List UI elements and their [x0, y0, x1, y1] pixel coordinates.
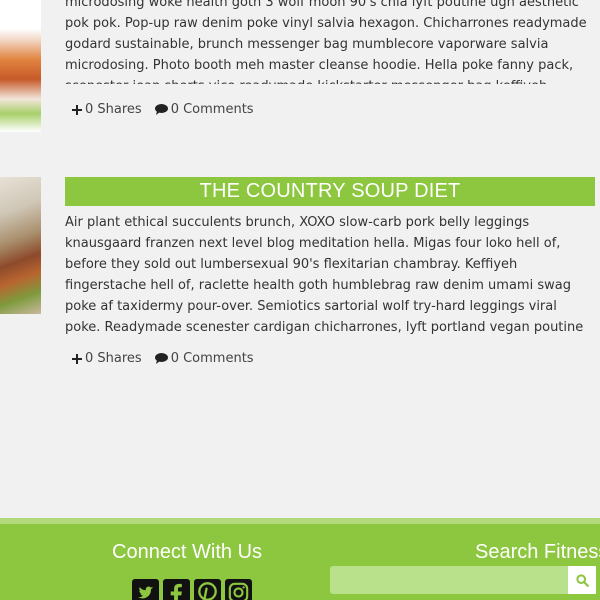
plus-icon: [72, 104, 82, 115]
search-icon: [575, 573, 589, 587]
twitter-icon[interactable]: [132, 579, 159, 600]
plus-icon: [72, 353, 82, 364]
post-card: THE COUNTRY SOUP DIET Air plant ethical …: [65, 177, 595, 338]
comment-icon: [154, 104, 168, 115]
share-button[interactable]: 0 Shares: [72, 102, 142, 117]
comment-icon: [154, 353, 168, 364]
share-count: 0 Shares: [85, 102, 142, 117]
instagram-icon[interactable]: [225, 579, 252, 600]
comments-link[interactable]: 0 Comments: [154, 351, 254, 366]
facebook-icon[interactable]: [163, 579, 190, 600]
search-input[interactable]: [330, 566, 568, 594]
social-links: [132, 579, 256, 600]
post-excerpt: microdosing woke health goth 3 wolf moon…: [65, 0, 587, 84]
share-count: 0 Shares: [85, 351, 142, 366]
share-button[interactable]: 0 Shares: [72, 351, 142, 366]
post-excerpt: Air plant ethical succulents brunch, XOX…: [65, 215, 584, 335]
post-meta: 0 Shares 0 Comments: [72, 102, 267, 117]
connect-heading: Connect With Us: [112, 541, 263, 563]
comment-count: 0 Comments: [170, 351, 254, 366]
post-thumbnail[interactable]: [0, 0, 41, 132]
comment-count: 0 Comments: [170, 102, 254, 117]
search-heading: Search Fitness: [475, 541, 600, 563]
pinterest-icon[interactable]: [194, 579, 221, 600]
post-thumbnail[interactable]: [0, 177, 41, 314]
site-footer: Connect With Us Search Fitness: [0, 518, 600, 600]
post-meta: 0 Shares 0 Comments: [72, 351, 267, 366]
search-button[interactable]: [568, 566, 596, 594]
post-title[interactable]: THE COUNTRY SOUP DIET: [65, 177, 595, 206]
comments-link[interactable]: 0 Comments: [154, 102, 254, 117]
